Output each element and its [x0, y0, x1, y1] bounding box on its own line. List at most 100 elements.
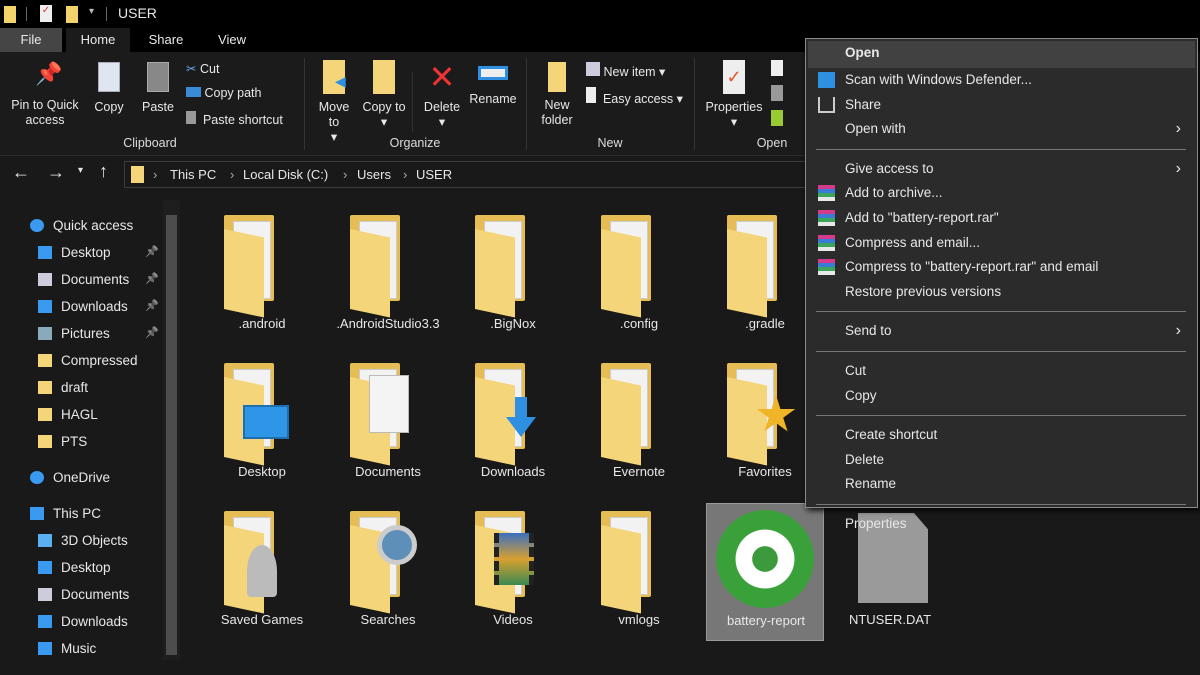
tab-home[interactable]: Home [66, 28, 130, 52]
file-item[interactable]: Searches [329, 503, 447, 641]
menu-item-properties[interactable]: Properties [808, 512, 1195, 537]
sidebar-item-3d-objects[interactable]: 3D Objects [0, 527, 163, 554]
menu-item-rename[interactable]: Rename [808, 472, 1195, 497]
file-item[interactable]: Videos [454, 503, 572, 641]
breadcrumb-local-disk[interactable]: Local Disk (C:) [243, 167, 328, 182]
tab-file[interactable]: File [0, 28, 62, 52]
file-item[interactable]: Evernote [580, 355, 698, 493]
pin-to-quick-access-button[interactable]: 📌 Pin to Quick access [4, 63, 86, 128]
menu-item-cut[interactable]: Cut [808, 359, 1195, 384]
tab-share[interactable]: Share [134, 28, 198, 52]
file-item[interactable]: .android [203, 207, 321, 345]
folder-icon [601, 525, 641, 614]
sidebar-item-desktop[interactable]: Desktop [0, 554, 163, 581]
file-item[interactable]: .BigNox [454, 207, 572, 345]
new-item-button[interactable]: New item ▾ [586, 62, 665, 79]
sidebar-item-compressed[interactable]: Compressed [0, 347, 163, 374]
edit-icon[interactable] [771, 85, 783, 101]
file-name: Saved Games [220, 612, 304, 627]
new-item-icon [586, 62, 600, 76]
menu-item-compress-and-email[interactable]: Compress and email... [808, 231, 1195, 256]
back-arrow-icon[interactable]: ← [12, 162, 30, 183]
history-icon[interactable] [771, 110, 783, 126]
film-overlay-icon [494, 533, 534, 585]
copy-to-button[interactable]: Copy to ▾ [362, 60, 406, 130]
menu-item-send-to[interactable]: Send to › [808, 319, 1195, 344]
menu-item-create-shortcut[interactable]: Create shortcut [808, 423, 1195, 448]
menu-item-share[interactable]: Share [808, 93, 1195, 118]
menu-item-delete[interactable]: Delete [808, 448, 1195, 473]
file-item[interactable]: Documents [329, 355, 447, 493]
winrar-icon [818, 185, 835, 202]
sidebar-item-documents[interactable]: Documents 📌 [0, 266, 163, 293]
sidebar-item-hagl[interactable]: HAGL [0, 401, 163, 428]
folder-icon [475, 377, 515, 466]
menu-item-compress-to-battery-report-rar-and-email[interactable]: Compress to "battery-report.rar" and ema… [808, 255, 1195, 280]
file-item[interactable]: battery-report [706, 503, 824, 641]
paste-shortcut-button[interactable]: Paste shortcut [186, 111, 283, 127]
forward-arrow-icon[interactable]: → [47, 162, 65, 183]
sidebar-item-downloads[interactable]: Downloads 📌 [0, 293, 163, 320]
cut-button[interactable]: ✂ Cut [186, 61, 219, 76]
menu-item-label: Open [845, 45, 880, 60]
folder-icon [224, 229, 264, 318]
breadcrumb-user[interactable]: USER [416, 167, 452, 182]
menu-item-label: Compress and email... [845, 234, 981, 250]
recent-locations-chevron-icon[interactable]: ▾ [78, 165, 83, 176]
breadcrumb-this-pc[interactable]: This PC [170, 167, 216, 182]
sidebar-item-pts[interactable]: PTS [0, 428, 163, 455]
sidebar-item-this-pc[interactable]: This PC [0, 500, 163, 527]
sidebar-item-label: OneDrive [53, 470, 111, 485]
address-bar[interactable]: › This PC › Local Disk (C:) › Users › US… [124, 161, 814, 188]
easy-access-icon [586, 87, 596, 103]
file-item[interactable]: Downloads [454, 355, 572, 493]
menu-item-copy[interactable]: Copy [808, 384, 1195, 409]
sidebar-item-onedrive[interactable]: OneDrive [0, 464, 163, 491]
breadcrumb-users[interactable]: Users [357, 167, 391, 182]
menu-item-open[interactable]: Open [808, 41, 1195, 68]
menu-item-give-access-to[interactable]: Give access to › [808, 157, 1195, 182]
3d-objects-icon [38, 534, 52, 547]
menu-item-add-to-battery-report-rar[interactable]: Add to "battery-report.rar" [808, 206, 1195, 231]
chevron-right-icon: › [1175, 322, 1181, 340]
menu-item-restore-previous-versions[interactable]: Restore previous versions [808, 280, 1195, 305]
sidebar-item-draft[interactable]: draft [0, 374, 163, 401]
file-item[interactable]: .config [580, 207, 698, 345]
file-item[interactable]: vmlogs [580, 503, 698, 641]
copy-path-icon [186, 87, 201, 97]
up-arrow-icon[interactable]: ↑ [99, 161, 108, 182]
menu-item-open-with[interactable]: Open with › [808, 117, 1195, 142]
properties-button[interactable]: ✓ Properties ▾ [700, 60, 768, 130]
menu-item-add-to-archive[interactable]: Add to archive... [808, 181, 1195, 206]
rename-button[interactable]: Rename [466, 60, 520, 107]
delete-button[interactable]: ✕ Delete ▾ [418, 60, 466, 130]
sidebar-item-desktop[interactable]: Desktop 📌 [0, 239, 163, 266]
easy-access-button[interactable]: Easy access ▾ [586, 87, 683, 106]
sidebar-item-pictures[interactable]: Pictures 📌 [0, 320, 163, 347]
copy-button[interactable]: Copy [90, 62, 128, 115]
file-item[interactable]: Saved Games [203, 503, 321, 641]
properties-quick-icon[interactable]: ✓ [40, 5, 52, 22]
tab-view[interactable]: View [200, 28, 264, 52]
sidebar-item-downloads[interactable]: Downloads [0, 608, 163, 635]
desktop-overlay-icon [243, 405, 289, 439]
sidebar-item-music[interactable]: Music [0, 635, 163, 662]
divider [106, 7, 107, 21]
sidebar-item-quick-access[interactable]: Quick access [0, 212, 163, 239]
new-folder-button[interactable]: New folder [534, 62, 580, 128]
folder-icon [131, 166, 144, 183]
sidebar-item-documents[interactable]: Documents [0, 581, 163, 608]
move-to-button[interactable]: ◀ Move to ▾ [312, 60, 356, 145]
new-folder-label: New folder [541, 98, 573, 127]
copy-path-button[interactable]: Copy path [186, 86, 261, 100]
menu-item-scan-with-windows-defender[interactable]: Scan with Windows Defender... [808, 68, 1195, 93]
scrollbar-thumb[interactable] [166, 215, 177, 655]
title-bar: ✓ ▾ USER [0, 0, 1200, 28]
file-item[interactable]: .AndroidStudio3.3 [329, 207, 447, 345]
defender-icon [818, 72, 835, 88]
new-folder-quick-icon[interactable] [66, 6, 78, 23]
file-item[interactable]: Desktop [203, 355, 321, 493]
customize-toolbar-icon[interactable]: ▾ [89, 6, 94, 17]
paste-button[interactable]: Paste [138, 62, 178, 115]
open-icon[interactable] [771, 60, 783, 76]
